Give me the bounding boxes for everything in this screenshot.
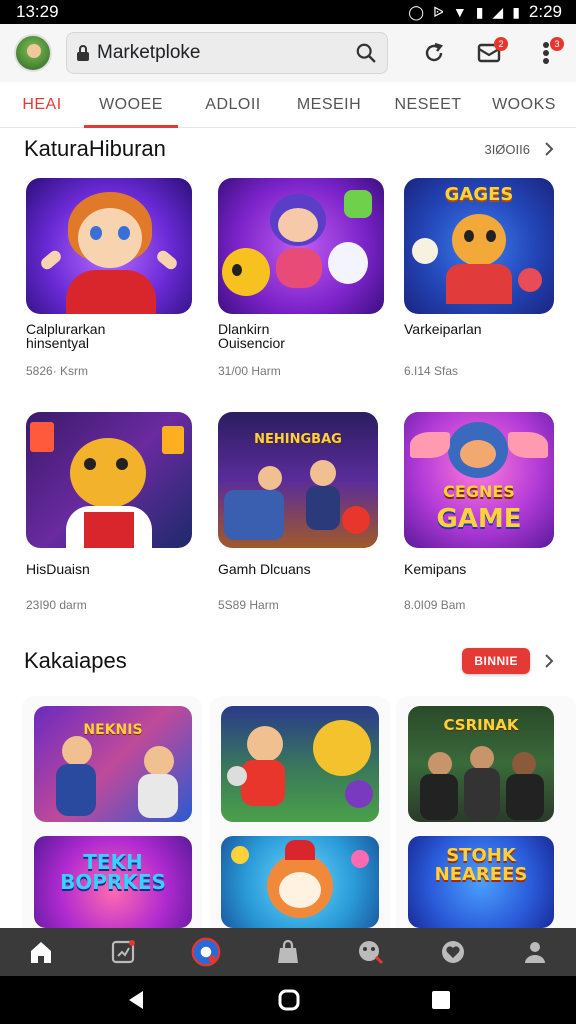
- section-title: KaturaHiburan: [24, 136, 166, 161]
- nav-favorites[interactable]: [438, 937, 468, 967]
- search-input[interactable]: Marketploke: [66, 32, 388, 74]
- notifications-button[interactable]: 2: [474, 37, 508, 69]
- app-name: Varkeiparlan: [404, 321, 482, 337]
- battery-icon: ▮: [512, 3, 520, 20]
- game-tile[interactable]: TEKH BOPRKES: [34, 836, 192, 928]
- avatar[interactable]: [14, 34, 52, 72]
- refresh-button[interactable]: [418, 37, 450, 69]
- vibrate-icon: ▮: [475, 3, 484, 20]
- app-card[interactable]: Calplurarkan hinsentyal 5826· Ksrm: [26, 178, 192, 378]
- app-meta: 5S89 Harm: [218, 598, 279, 612]
- thumb-title: CEGNES: [443, 482, 515, 501]
- thumb-title: GAME: [436, 504, 522, 534]
- thumb-title: NEHINGBAG: [254, 432, 342, 447]
- app-thumbnail: NEHINGBAG: [218, 412, 378, 548]
- tile-caption: NEKNIS: [83, 722, 143, 738]
- game-tile[interactable]: CSRINAK: [408, 706, 554, 822]
- wifi-icon: ▼: [452, 4, 467, 20]
- app-meta: 31/00 Harm: [218, 364, 281, 378]
- tab-neseet[interactable]: NESEET: [395, 82, 462, 128]
- app-thumbnail: CEGNES GAME: [404, 412, 554, 548]
- bluetooth-icon: ᐉ: [433, 3, 444, 20]
- app-meta: 6.I14 Sfas: [404, 364, 459, 378]
- signal-icon: ◢: [492, 3, 504, 20]
- app-card[interactable]: Dlankirn Ouisencior 31/00 Harm: [218, 178, 384, 378]
- app-card[interactable]: NEHINGBAG Gamh Dlcuans 5S89 Harm: [218, 412, 384, 612]
- game-tile[interactable]: [221, 706, 379, 822]
- gamepad-icon: [191, 937, 221, 967]
- section-action-button[interactable]: BINNIE: [462, 648, 530, 674]
- nav-store[interactable]: [273, 937, 303, 967]
- app-meta: 8.0I09 Bam: [404, 598, 466, 612]
- app-thumbnail: [26, 178, 192, 314]
- search-icon[interactable]: [355, 42, 377, 64]
- chevron-right-icon[interactable]: [544, 142, 554, 156]
- tab-wooee[interactable]: WOOEE: [84, 82, 178, 128]
- tile-caption: TEKH BOPRKES: [60, 850, 166, 894]
- status-time: 13:29: [16, 2, 59, 21]
- bag-icon: [277, 939, 298, 963]
- tab-adloii[interactable]: ADLOII: [205, 82, 261, 128]
- app-thumbnail: [218, 178, 384, 314]
- thumb-title: GAGES: [444, 184, 514, 205]
- tab-heai[interactable]: HEAI: [22, 82, 62, 128]
- nav-home[interactable]: [26, 937, 56, 967]
- game-tile[interactable]: STOHK NEAREES: [408, 836, 554, 928]
- tile-caption: CSRINAK: [443, 716, 519, 734]
- game-tile[interactable]: [221, 836, 379, 928]
- bottom-navigation: [0, 928, 576, 976]
- chevron-right-icon[interactable]: [544, 654, 554, 668]
- recents-icon[interactable]: [431, 990, 451, 1010]
- status-time-right: 2:29: [528, 2, 562, 21]
- app-card[interactable]: HisDuaisn 23I90 darm: [26, 412, 192, 612]
- home-circle-icon[interactable]: [278, 989, 300, 1011]
- app-meta: 23I90 darm: [26, 598, 87, 612]
- notification-badge: 2: [494, 37, 508, 51]
- person-icon: [524, 942, 545, 963]
- alarm-icon: ◯: [408, 3, 425, 20]
- back-icon[interactable]: [125, 989, 147, 1011]
- section-title: Kakaiapes: [24, 648, 127, 673]
- tile-caption: STOHK NEAREES: [434, 845, 528, 885]
- app-thumbnail: GAGES: [404, 178, 554, 314]
- main-content: KaturaHiburan 3IØOII6 Calplurarkan hinse…: [0, 128, 576, 928]
- home-icon: [31, 942, 52, 963]
- section-header: KaturaHiburan 3IØOII6: [24, 136, 554, 162]
- refresh-icon: [425, 42, 444, 62]
- app-name: HisDuaisn: [26, 561, 90, 577]
- nav-social[interactable]: [355, 937, 385, 967]
- app-card[interactable]: CEGNES GAME Kemipans 8.0I09 Bam: [404, 412, 570, 612]
- app-name: Dlankirn Ouisencior: [218, 321, 285, 351]
- app-name: Gamh Dlcuans: [218, 561, 311, 577]
- game-tile[interactable]: NEKNIS: [34, 706, 192, 822]
- heart-icon: [441, 941, 464, 963]
- chat-face-icon: [359, 941, 384, 965]
- app-meta: 5826· Ksrm: [26, 364, 89, 378]
- app-card[interactable]: GAGES Varkeiparlan 6.I14 Sfas: [404, 178, 570, 378]
- tab-wooks[interactable]: WOOKS: [492, 82, 555, 128]
- see-all-link[interactable]: 3IØOII6: [484, 142, 530, 157]
- top-app-bar: Marketploke 2 3: [0, 24, 576, 82]
- status-bar: 13:29 ◯ ᐉ ▼ ▮ ◢ ▮ 2:29: [0, 0, 576, 24]
- more-badge: 3: [550, 37, 564, 51]
- status-icons: ◯ ᐉ ▼ ▮ ◢ ▮ 2:29: [408, 2, 562, 22]
- app-name: Kemipans: [404, 561, 467, 577]
- app-name: Calplurarkan hinsentyal: [26, 321, 106, 351]
- tab-meseih[interactable]: MESEIH: [297, 82, 361, 128]
- lock-icon: [77, 45, 89, 61]
- nav-edit[interactable]: [108, 937, 138, 967]
- nav-profile[interactable]: [520, 937, 550, 967]
- nav-center[interactable]: [191, 937, 221, 967]
- search-input-value[interactable]: Marketploke: [97, 42, 355, 64]
- more-button[interactable]: 3: [530, 37, 564, 69]
- system-navigation: [0, 976, 576, 1024]
- section-header: Kakaiapes BINNIE: [24, 648, 554, 674]
- app-thumbnail: [26, 412, 192, 548]
- category-tabs: HEAI WOOEE ADLOII MESEIH NESEET WOOKS: [0, 82, 576, 128]
- edit-icon: [112, 940, 136, 964]
